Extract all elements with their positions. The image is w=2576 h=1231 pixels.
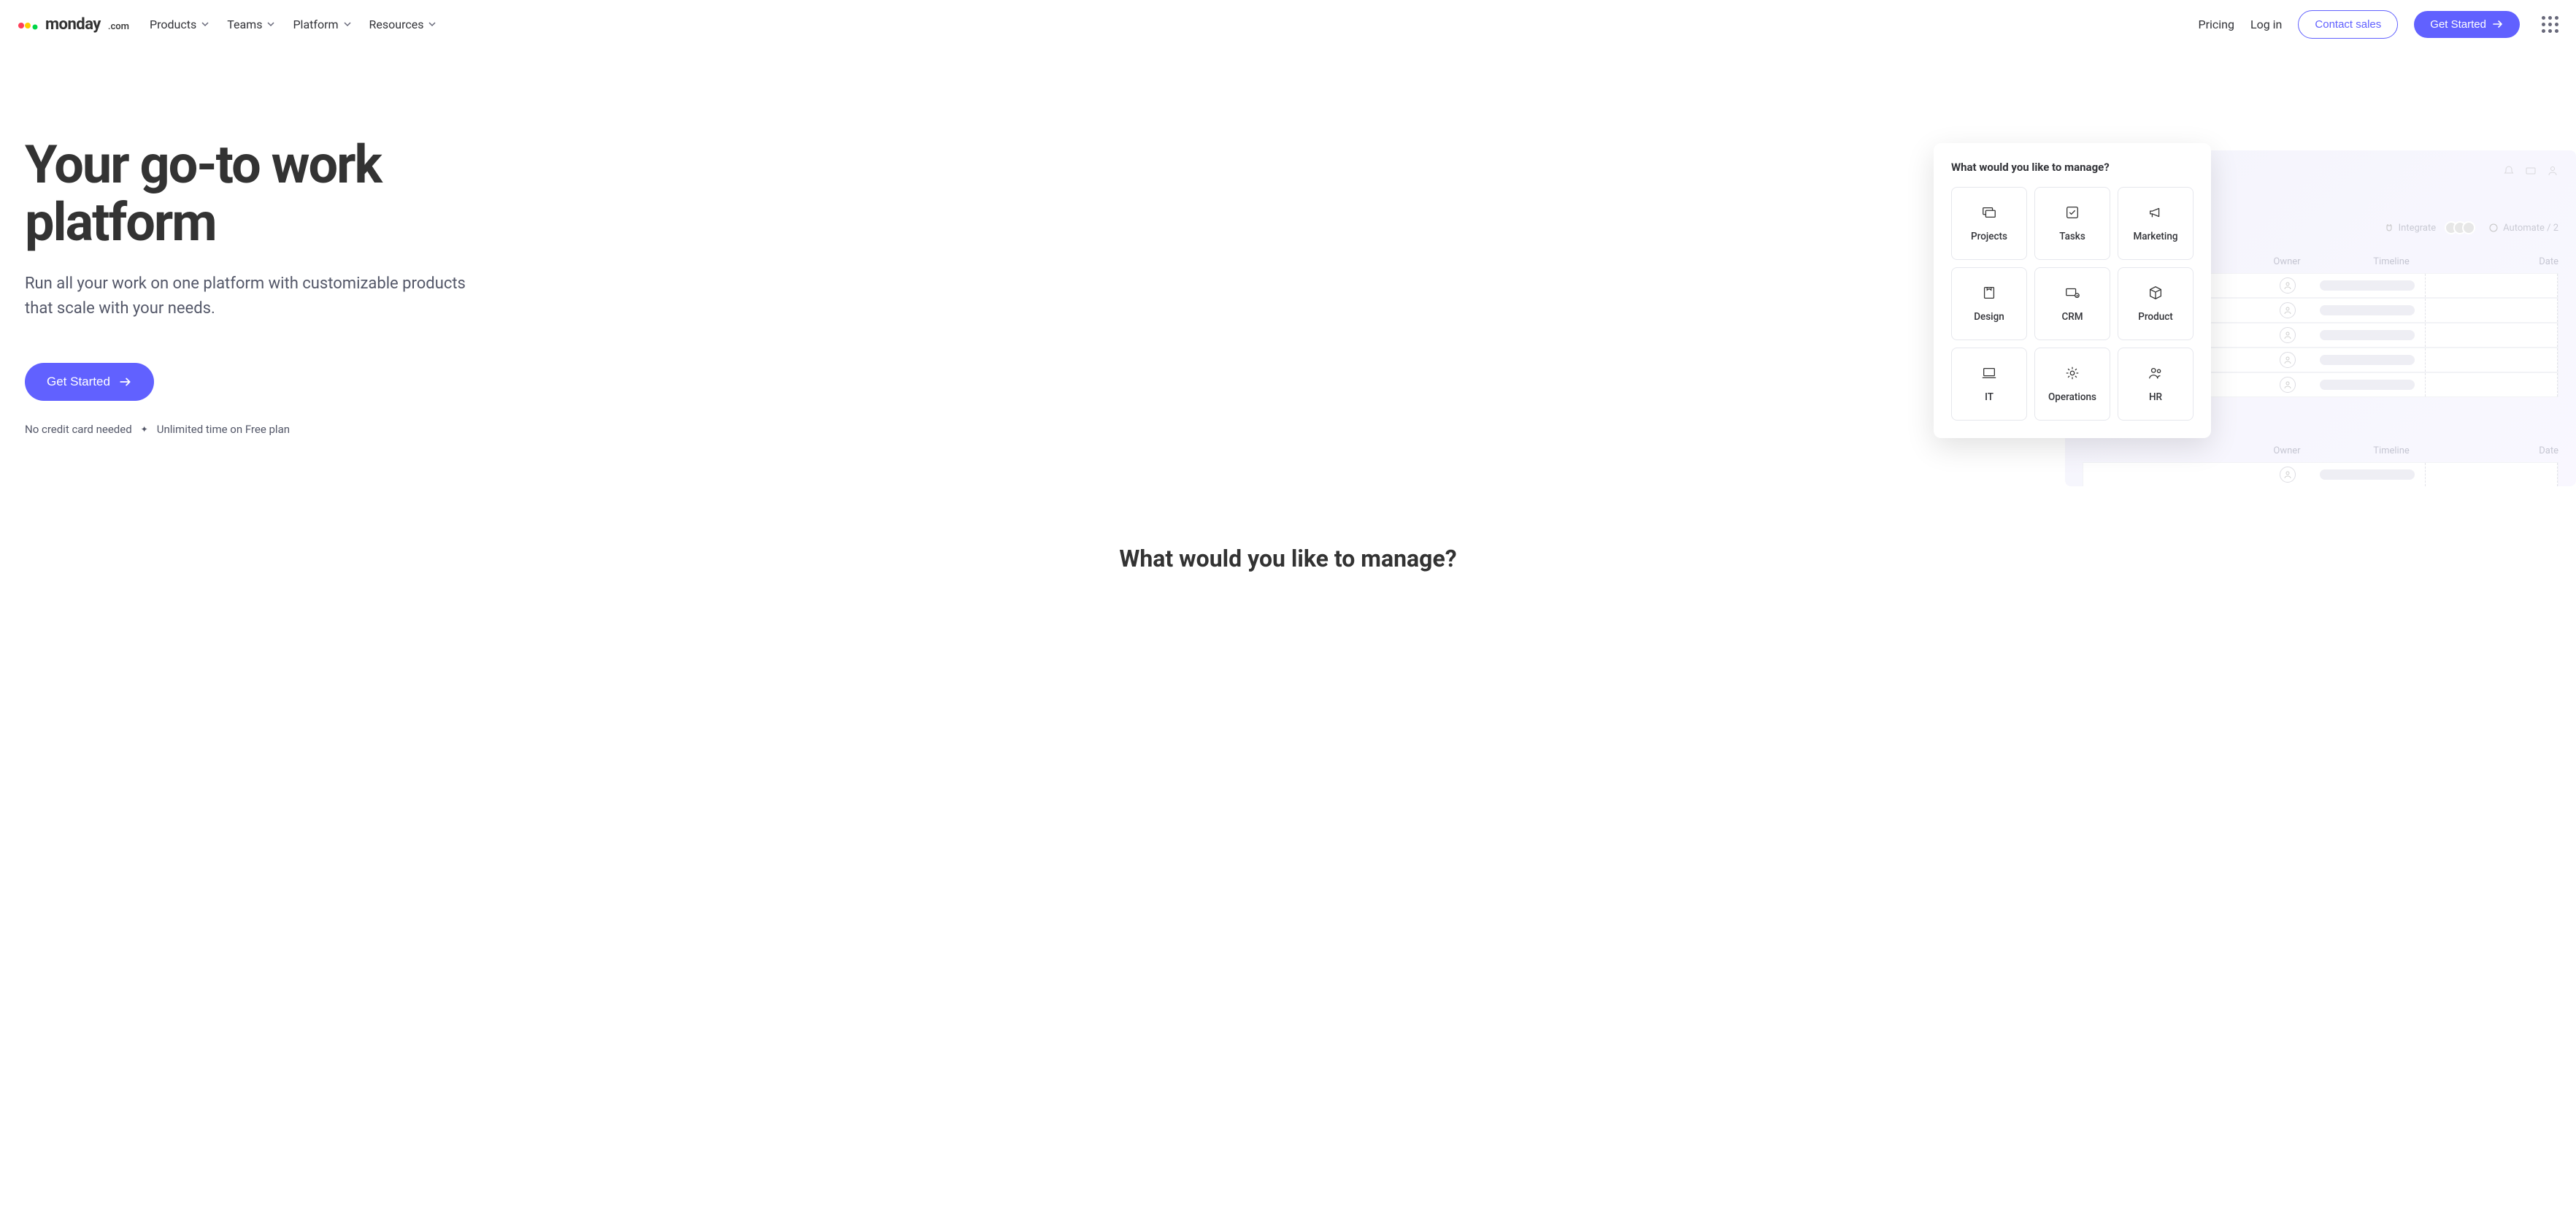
pricing-link[interactable]: Pricing (2198, 18, 2234, 31)
tile-label: Operations (2048, 391, 2096, 403)
logo-suffix: .com (108, 21, 129, 32)
col-date: Date (2539, 256, 2558, 267)
arrow-right-icon (119, 375, 132, 388)
hero-left: Your go-to work platform Run all your wo… (25, 136, 492, 457)
note-left: No credit card needed (25, 423, 132, 436)
hr-icon (2148, 365, 2164, 381)
site-header: monday .com Products Teams Platform Reso… (0, 0, 2576, 48)
crm-icon (2064, 285, 2080, 301)
avatars-stack (2449, 221, 2475, 234)
tile-label: Product (2138, 311, 2173, 323)
projects-icon (1981, 204, 1997, 220)
owner-avatar-icon (2280, 302, 2296, 318)
hero-title: Your go-to work platform (25, 136, 492, 251)
col-timeline: Timeline (2344, 445, 2439, 456)
timeline-pill (2320, 380, 2415, 390)
col-owner: Owner (2265, 256, 2309, 267)
tile-operations[interactable]: Operations (2034, 348, 2110, 421)
nav-label: Platform (293, 18, 338, 31)
owner-avatar-icon (2280, 467, 2296, 483)
nav-label: Teams (227, 18, 262, 31)
column-headers: Owner Timeline Date (2083, 445, 2558, 456)
tile-label: Tasks (2059, 231, 2085, 242)
hero-get-started-button[interactable]: Get Started (25, 363, 154, 401)
arrow-right-icon (2492, 18, 2504, 30)
button-label: Get Started (47, 375, 110, 389)
tile-label: HR (2149, 391, 2162, 403)
chevron-down-icon (201, 20, 209, 28)
tile-it[interactable]: IT (1951, 348, 2027, 421)
operations-icon (2064, 365, 2080, 381)
sparkle-icon: ✦ (141, 424, 148, 434)
it-icon (1981, 365, 1997, 381)
timeline-pill (2320, 330, 2415, 340)
automate-tool[interactable]: Automate / 2 (2488, 223, 2558, 234)
timeline-pill (2320, 469, 2415, 480)
right-nav: Pricing Log in Contact sales Get Started (2198, 10, 2558, 39)
nav-resources[interactable]: Resources (369, 18, 437, 31)
apps-menu-icon[interactable] (2542, 16, 2558, 33)
tile-label: Projects (1971, 231, 2007, 242)
tile-projects[interactable]: Projects (1951, 187, 2027, 260)
chevron-down-icon (428, 20, 437, 28)
hero-note: No credit card needed ✦ Unlimited time o… (25, 423, 492, 436)
nav-platform[interactable]: Platform (293, 18, 351, 31)
tile-crm[interactable]: CRM (2034, 267, 2110, 340)
chevron-down-icon (266, 20, 275, 28)
section2-title: What would you like to manage? (0, 545, 2576, 572)
col-owner: Owner (2265, 445, 2309, 456)
design-icon (1981, 285, 1997, 301)
main-nav: Products Teams Platform Resources (150, 18, 2198, 31)
logo-mark-icon (18, 17, 39, 31)
tile-product[interactable]: Product (2118, 267, 2194, 340)
tile-label: CRM (2061, 311, 2083, 323)
contact-sales-button[interactable]: Contact sales (2298, 10, 2398, 39)
chevron-down-icon (343, 20, 352, 28)
tile-label: Marketing (2133, 231, 2177, 242)
integrate-icon (2384, 223, 2394, 233)
tile-hr[interactable]: HR (2118, 348, 2194, 421)
logo[interactable]: monday .com (18, 15, 129, 34)
hero-section: Your go-to work platform Run all your wo… (0, 48, 2576, 457)
timeline-pill (2320, 280, 2415, 291)
col-timeline: Timeline (2344, 256, 2439, 267)
manage-card-title: What would you like to manage? (1951, 161, 2194, 174)
manage-card: What would you like to manage? Projects … (1934, 143, 2211, 438)
tile-label: IT (1985, 391, 1993, 403)
automate-icon (2488, 223, 2499, 233)
nav-label: Products (150, 18, 196, 31)
logo-text: monday (45, 15, 101, 34)
inbox-icon (2525, 165, 2537, 177)
login-link[interactable]: Log in (2250, 18, 2282, 31)
hero-visual: ng Kanban + Integrate (1934, 143, 2576, 486)
button-label: Get Started (2430, 18, 2486, 31)
bell-icon (2503, 165, 2515, 177)
timeline-pill (2320, 355, 2415, 365)
tile-design[interactable]: Design (1951, 267, 2027, 340)
nav-teams[interactable]: Teams (227, 18, 275, 31)
tool-label: Integrate (2399, 223, 2437, 234)
person-icon (2547, 165, 2558, 177)
nav-label: Resources (369, 18, 424, 31)
owner-avatar-icon (2280, 352, 2296, 368)
tasks-icon (2064, 204, 2080, 220)
col-date: Date (2539, 445, 2558, 456)
owner-avatar-icon (2280, 327, 2296, 343)
get-started-button[interactable]: Get Started (2414, 11, 2520, 38)
timeline-pill (2320, 305, 2415, 315)
table-row[interactable] (2083, 462, 2558, 486)
owner-avatar-icon (2280, 377, 2296, 393)
tile-marketing[interactable]: Marketing (2118, 187, 2194, 260)
tool-label: Automate / 2 (2503, 223, 2558, 234)
tile-label: Design (1974, 311, 2004, 323)
hero-subtitle: Run all your work on one platform with c… (25, 272, 492, 321)
note-right: Unlimited time on Free plan (157, 423, 290, 436)
manage-tiles: Projects Tasks Marketing Design CRM (1951, 187, 2194, 421)
marketing-icon (2148, 204, 2164, 220)
nav-products[interactable]: Products (150, 18, 209, 31)
integrate-tool[interactable]: Integrate (2384, 223, 2437, 234)
owner-avatar-icon (2280, 277, 2296, 294)
product-icon (2148, 285, 2164, 301)
tile-tasks[interactable]: Tasks (2034, 187, 2110, 260)
